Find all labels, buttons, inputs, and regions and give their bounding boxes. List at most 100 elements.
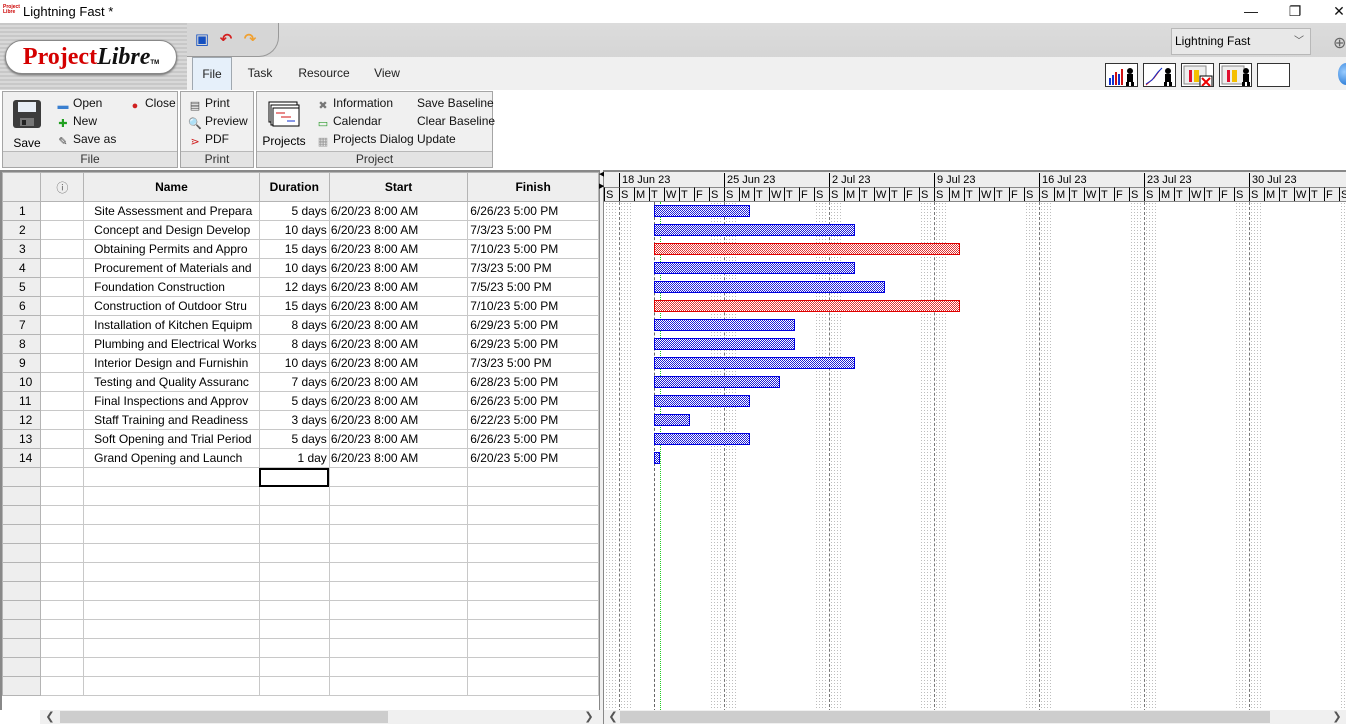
indicator-cell[interactable] <box>40 410 85 430</box>
indicator-cell[interactable] <box>40 429 85 449</box>
row-number[interactable]: 2 <box>2 220 42 240</box>
empty-cell[interactable] <box>40 467 85 487</box>
task-name-cell[interactable]: Plumbing and Electrical Works <box>83 334 260 354</box>
empty-row[interactable] <box>2 619 599 639</box>
table-row[interactable]: 8 Plumbing and Electrical Works 8 days 6/20… <box>2 334 599 354</box>
duration-cell[interactable]: 5 days <box>258 201 330 221</box>
empty-cell[interactable] <box>40 638 85 658</box>
finish-cell[interactable]: 6/26/23 5:00 PM <box>467 391 599 411</box>
empty-cell[interactable] <box>40 543 85 563</box>
calendar-button[interactable]: ▭ Calendar <box>315 113 382 130</box>
empty-cell[interactable] <box>328 657 469 677</box>
indicator-cell[interactable] <box>40 220 85 240</box>
empty-cell[interactable] <box>328 638 469 658</box>
empty-row[interactable] <box>2 581 599 601</box>
empty-cell[interactable] <box>40 676 85 696</box>
empty-cell[interactable] <box>328 619 469 639</box>
row-number[interactable]: 13 <box>2 429 42 449</box>
empty-cell[interactable] <box>328 676 469 696</box>
information-button[interactable]: ✖ Information <box>315 95 393 112</box>
start-cell[interactable]: 6/20/23 8:00 AM <box>328 429 469 449</box>
empty-cell[interactable] <box>2 600 42 620</box>
indicator-cell[interactable] <box>40 372 85 392</box>
histogram-view-button[interactable] <box>1105 63 1138 87</box>
empty-cell[interactable] <box>328 467 469 487</box>
update-button[interactable]: Update <box>417 131 456 148</box>
tab-file[interactable]: File <box>192 57 232 90</box>
table-row[interactable]: 9 Interior Design and Furnishin 10 days 6/2… <box>2 353 599 373</box>
start-cell[interactable]: 6/20/23 8:00 AM <box>328 315 469 335</box>
empty-cell[interactable] <box>467 505 599 525</box>
close-project-button[interactable]: ● Close <box>127 95 176 112</box>
empty-cell[interactable] <box>40 657 85 677</box>
empty-cell[interactable] <box>40 562 85 582</box>
empty-cell[interactable] <box>2 619 42 639</box>
empty-cell[interactable] <box>258 619 330 639</box>
scroll-right-icon[interactable]: ❯ <box>582 710 596 724</box>
minimize-button[interactable]: — <box>1236 2 1266 22</box>
row-number-header[interactable] <box>2 172 42 202</box>
empty-row[interactable] <box>2 524 599 544</box>
empty-cell[interactable] <box>467 524 599 544</box>
critical-task-bar[interactable] <box>654 300 960 312</box>
empty-cell[interactable] <box>83 638 260 658</box>
empty-cell[interactable] <box>40 486 85 506</box>
start-cell[interactable]: 6/20/23 8:00 AM <box>328 220 469 240</box>
duration-cell[interactable]: 15 days <box>258 239 330 259</box>
task-bar[interactable] <box>654 376 780 388</box>
print-button[interactable]: ▤ Print <box>187 95 230 112</box>
no-sub-view-button[interactable] <box>1181 63 1214 87</box>
usage-detail-view-button[interactable] <box>1219 63 1252 87</box>
charts-view-button[interactable] <box>1143 63 1176 87</box>
start-header[interactable]: Start <box>328 172 469 202</box>
empty-cell[interactable] <box>2 676 42 696</box>
duration-cell[interactable]: 1 day <box>258 448 330 468</box>
empty-cell[interactable] <box>83 619 260 639</box>
indicators-header[interactable]: ⓘ <box>40 172 85 202</box>
task-bar[interactable] <box>654 433 750 445</box>
empty-cell[interactable] <box>328 524 469 544</box>
indicator-cell[interactable] <box>40 334 85 354</box>
task-bar[interactable] <box>654 395 750 407</box>
blank-view-button[interactable] <box>1257 63 1290 87</box>
row-number[interactable]: 5 <box>2 277 42 297</box>
finish-cell[interactable]: 7/3/23 5:00 PM <box>467 220 599 240</box>
finish-cell[interactable]: 6/20/23 5:00 PM <box>467 448 599 468</box>
task-name-cell[interactable]: Final Inspections and Approv <box>83 391 260 411</box>
tab-view[interactable]: View <box>370 57 404 90</box>
pdf-button[interactable]: ⋗ PDF <box>187 131 229 148</box>
tab-task[interactable]: Task <box>242 57 278 90</box>
empty-cell[interactable] <box>83 600 260 620</box>
empty-cell[interactable] <box>258 600 330 620</box>
finish-cell[interactable]: 6/26/23 5:00 PM <box>467 429 599 449</box>
table-row[interactable]: 3 Obtaining Permits and Appro 15 days 6/20/… <box>2 239 599 259</box>
empty-cell[interactable] <box>2 581 42 601</box>
row-number[interactable]: 11 <box>2 391 42 411</box>
empty-cell[interactable] <box>467 600 599 620</box>
gantt-scroll-thumb[interactable] <box>620 711 1270 723</box>
start-cell[interactable]: 6/20/23 8:00 AM <box>328 296 469 316</box>
empty-cell[interactable] <box>258 562 330 582</box>
indicator-cell[interactable] <box>40 201 85 221</box>
finish-cell[interactable]: 6/26/23 5:00 PM <box>467 201 599 221</box>
indicator-cell[interactable] <box>40 391 85 411</box>
start-cell[interactable]: 6/20/23 8:00 AM <box>328 334 469 354</box>
task-name-cell[interactable]: Grand Opening and Launch <box>83 448 260 468</box>
selected-cell[interactable] <box>258 467 330 487</box>
gantt-scroll-right-icon[interactable]: ❯ <box>1330 710 1344 724</box>
row-number[interactable]: 10 <box>2 372 42 392</box>
task-name-cell[interactable]: Staff Training and Readiness <box>83 410 260 430</box>
table-scroll-thumb[interactable] <box>60 711 388 723</box>
empty-cell[interactable] <box>83 486 260 506</box>
start-cell[interactable]: 6/20/23 8:00 AM <box>328 391 469 411</box>
task-bar[interactable] <box>654 452 660 464</box>
empty-row[interactable] <box>2 562 599 582</box>
empty-cell[interactable] <box>328 486 469 506</box>
task-bar[interactable] <box>654 338 795 350</box>
tab-resource[interactable]: Resource <box>295 57 353 90</box>
task-name-cell[interactable]: Construction of Outdoor Stru <box>83 296 260 316</box>
duration-cell[interactable]: 7 days <box>258 372 330 392</box>
table-row[interactable]: 4 Procurement of Materials and 10 days 6/20… <box>2 258 599 278</box>
empty-row[interactable] <box>2 505 599 525</box>
save-baseline-button[interactable]: Save Baseline <box>417 95 494 112</box>
